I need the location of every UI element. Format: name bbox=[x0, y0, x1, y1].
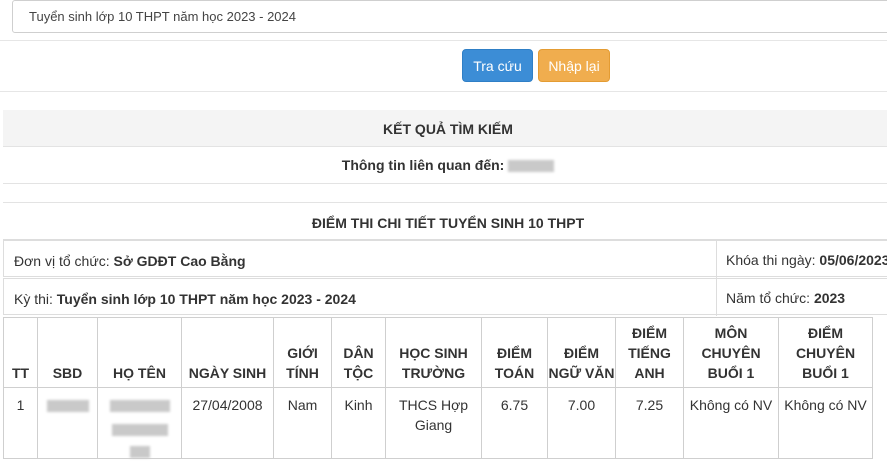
cell-math: 6.75 bbox=[481, 387, 548, 459]
info-row-org: Đơn vị tổ chức: Sở GDĐT Cao Bằng Khóa th… bbox=[3, 240, 887, 278]
exam-value: Tuyển sinh lớp 10 THPT năm học 2023 - 20… bbox=[56, 291, 356, 307]
cell-sbd bbox=[37, 387, 98, 459]
col-literature: ĐIỂM NGỮ VĂN bbox=[547, 317, 616, 388]
col-sbd: SBD bbox=[37, 317, 98, 388]
col-special-subject: MÔN CHUYÊN BUỔI 1 bbox=[683, 317, 779, 388]
year-value: 2023 bbox=[813, 290, 846, 306]
col-school: HỌC SINH TRƯỜNG bbox=[385, 317, 482, 388]
col-dob: NGÀY SINH bbox=[181, 317, 274, 388]
exam-date-label: Khóa thi ngày: bbox=[726, 252, 816, 268]
col-name: HỌ TÊN bbox=[97, 317, 182, 388]
detail-title: ĐIỂM THI CHI TIẾT TUYỂN SINH 10 THPT bbox=[311, 215, 585, 231]
exam-select-value: Tuyển sinh lớp 10 THPT năm học 2023 - 20… bbox=[29, 9, 296, 24]
cell-ethnicity: Kinh bbox=[331, 387, 386, 459]
cell-english: 7.25 bbox=[615, 387, 684, 459]
exam-select[interactable]: Tuyển sinh lớp 10 THPT năm học 2023 - 20… bbox=[12, 0, 887, 33]
redacted-sbd-cell bbox=[46, 400, 89, 413]
col-gender: GIỚI TÍNH bbox=[273, 317, 332, 388]
exam-label: Kỳ thi: bbox=[14, 291, 53, 307]
org-label: Đơn vị tổ chức: bbox=[14, 253, 110, 269]
cell-tt: 1 bbox=[3, 387, 38, 459]
cell-literature: 7.00 bbox=[547, 387, 616, 459]
redacted-name-3 bbox=[129, 445, 150, 458]
cell-gender: Nam bbox=[273, 387, 332, 459]
info-row-exam: Kỳ thi: Tuyển sinh lớp 10 THPT năm học 2… bbox=[3, 278, 887, 316]
cell-dob: 27/04/2008 bbox=[181, 387, 274, 459]
result-header: KẾT QUẢ TÌM KIẾM bbox=[3, 110, 887, 147]
col-english: ĐIỂM TIẾNG ANH bbox=[615, 317, 684, 388]
col-tt: TT bbox=[3, 317, 38, 388]
col-ethnicity: DÂN TỘC bbox=[331, 317, 386, 388]
redacted-sbd bbox=[508, 160, 555, 173]
cell-name bbox=[97, 387, 182, 459]
related-info: Thông tin liên quan đến: bbox=[3, 147, 887, 184]
table-row: 1 27/04/2008 Nam Kinh THCS Hợp Giang 6.7… bbox=[3, 387, 873, 459]
cell-school: THCS Hợp Giang bbox=[385, 387, 482, 459]
redacted-name-1 bbox=[109, 400, 170, 413]
redacted-name-2 bbox=[111, 424, 168, 437]
search-button[interactable]: Tra cứu bbox=[462, 49, 533, 82]
col-math: ĐIỂM TOÁN bbox=[481, 317, 548, 388]
related-label: Thông tin liên quan đến: bbox=[341, 157, 505, 173]
year-label: Năm tổ chức: bbox=[726, 290, 811, 306]
score-table: TT SBD HỌ TÊN NGÀY SINH GIỚI TÍNH DÂN TỘ… bbox=[3, 317, 873, 459]
col-special-score: ĐIỂM CHUYÊN BUỔI 1 bbox=[778, 317, 873, 388]
cell-special-subject: Không có NV bbox=[683, 387, 779, 459]
cell-special-score: Không có NV bbox=[778, 387, 873, 459]
result-title: KẾT QUẢ TÌM KIẾM bbox=[383, 121, 513, 137]
detail-header: ĐIỂM THI CHI TIẾT TUYỂN SINH 10 THPT bbox=[3, 202, 887, 240]
table-header-row: TT SBD HỌ TÊN NGÀY SINH GIỚI TÍNH DÂN TỘ… bbox=[3, 317, 873, 388]
button-row bbox=[0, 40, 887, 92]
org-value: Sở GDĐT Cao Bằng bbox=[113, 253, 246, 269]
reset-button[interactable]: Nhập lại bbox=[538, 49, 610, 82]
exam-date-value: 05/06/2023 bbox=[819, 252, 887, 268]
